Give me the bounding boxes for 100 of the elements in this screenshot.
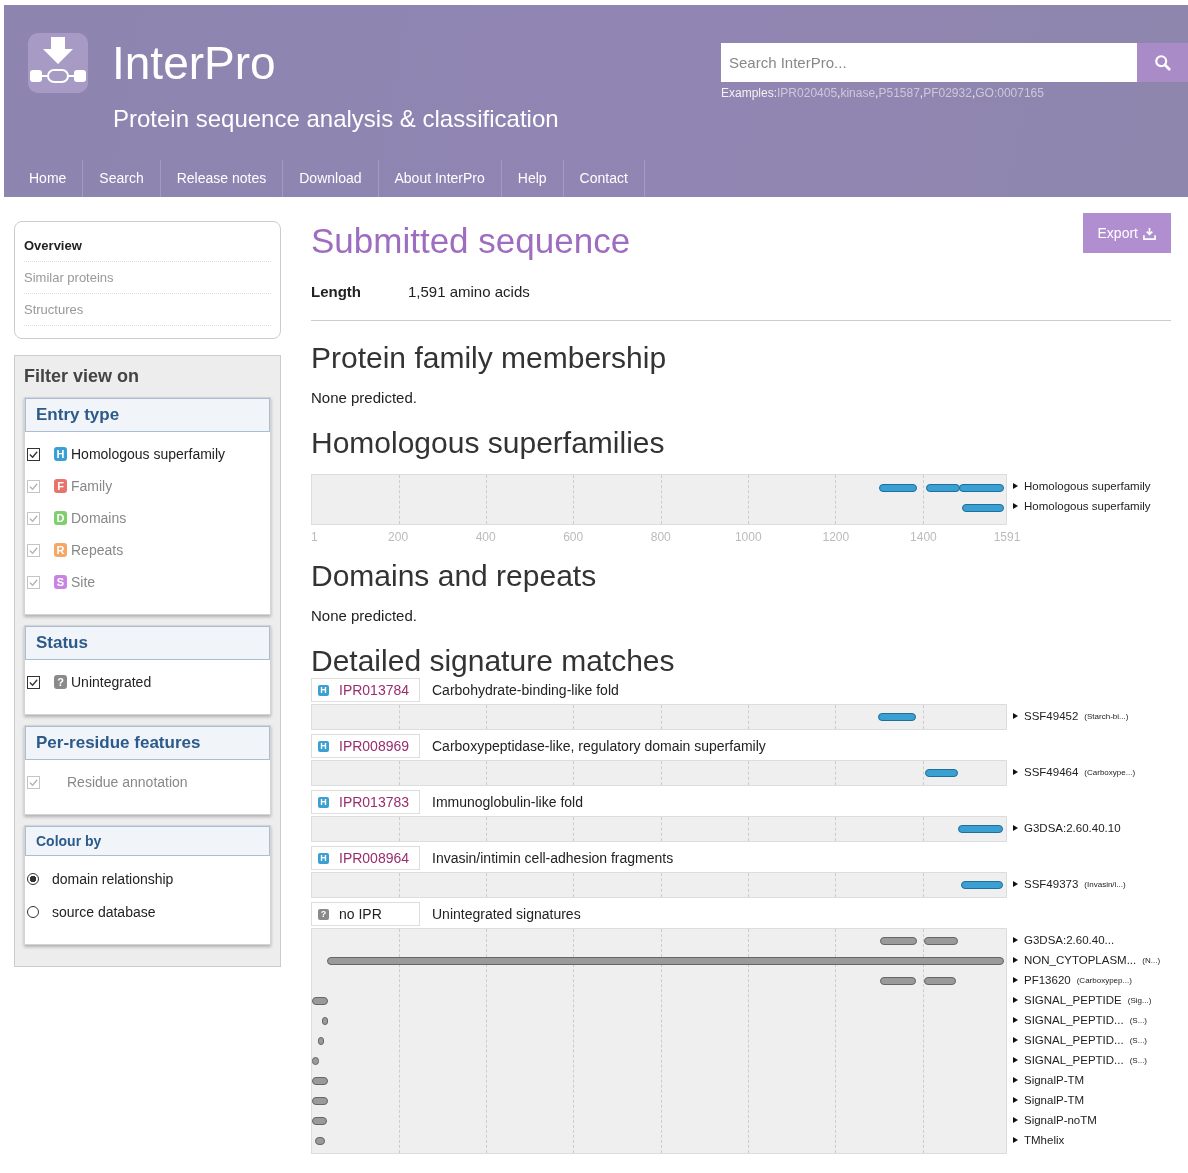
- track-label[interactable]: SIGNAL_PEPTID...: [1024, 1054, 1124, 1066]
- track-label[interactable]: NON_CYTOPLASM...: [1024, 954, 1137, 966]
- option-label: Repeats: [71, 542, 124, 558]
- expand-icon[interactable]: [1013, 503, 1018, 509]
- entry-type-badge: H: [318, 852, 329, 864]
- filter-title: Filter view on: [24, 366, 141, 387]
- track-label[interactable]: SSF49464: [1024, 766, 1079, 778]
- match-bar[interactable]: [315, 1137, 326, 1145]
- match-bar[interactable]: [923, 977, 957, 985]
- match-bar[interactable]: [322, 1017, 329, 1025]
- match-bar[interactable]: [312, 1077, 328, 1085]
- radio-button[interactable]: [27, 906, 39, 918]
- track-label[interactable]: TMhelix: [1024, 1134, 1065, 1146]
- track-label[interactable]: G3DSA:2.60.40...: [1024, 934, 1115, 946]
- axis-tick: 1591: [993, 530, 1021, 544]
- entry-name: Immunoglobulin-like fold: [432, 794, 583, 810]
- match-bar[interactable]: [878, 713, 916, 721]
- radio-button[interactable]: [27, 873, 39, 885]
- match-bar[interactable]: [962, 504, 1005, 512]
- track-label[interactable]: SignalP-TM: [1024, 1074, 1085, 1086]
- entry-tag[interactable]: H IPR013784: [311, 678, 420, 702]
- search-icon: [1153, 53, 1172, 72]
- track-label[interactable]: SignalP-TM: [1024, 1094, 1085, 1106]
- checkbox[interactable]: [27, 447, 40, 461]
- match-bar[interactable]: [924, 769, 959, 777]
- match-bar[interactable]: [959, 484, 1005, 492]
- accession-text: IPR008969: [339, 738, 410, 754]
- match-bar[interactable]: [317, 1037, 325, 1045]
- entry-tag[interactable]: ? no IPR: [311, 902, 420, 926]
- track-label[interactable]: SignalP-noTM: [1024, 1114, 1097, 1126]
- expand-icon[interactable]: [1013, 1137, 1018, 1143]
- axis-tick: 200: [388, 530, 409, 544]
- entry-tag[interactable]: H IPR008969: [311, 734, 420, 758]
- section-heading: Homologous superfamilies: [311, 426, 666, 460]
- expand-icon[interactable]: [1013, 1077, 1018, 1083]
- site-subtitle: Protein sequence analysis & classification: [113, 105, 559, 133]
- separator-text: ,: [837, 86, 841, 100]
- entry-type-badge: S: [54, 575, 67, 589]
- accession-text: IPR013783: [339, 794, 410, 810]
- match-bar[interactable]: [923, 937, 959, 945]
- search-button[interactable]: [1137, 43, 1188, 82]
- entry-type-badge: D: [54, 511, 67, 525]
- entry-type-badge: H: [318, 684, 329, 696]
- match-bar[interactable]: [312, 1117, 327, 1125]
- track-label[interactable]: SIGNAL_PEPTID...: [1024, 1014, 1124, 1026]
- expand-icon[interactable]: [1013, 977, 1018, 983]
- entry-name: Carbohydrate-binding-like fold: [432, 682, 619, 698]
- expand-icon[interactable]: [1013, 1097, 1018, 1103]
- length-label: Length: [311, 283, 361, 300]
- axis-tick: 400: [475, 530, 496, 544]
- axis-tick: 600: [563, 530, 584, 544]
- track-label[interactable]: SSF49373: [1024, 878, 1079, 890]
- filter-heading: Per-residue features: [25, 726, 270, 760]
- track-label[interactable]: Homologous superfamily: [1024, 480, 1151, 492]
- match-bar[interactable]: [312, 1057, 319, 1065]
- track-label[interactable]: Homologous superfamily: [1024, 500, 1151, 512]
- menu-item[interactable]: Overview: [24, 230, 271, 262]
- entry-name: Carboxypeptidase-like, regulatory domain superfamily: [432, 738, 766, 754]
- expand-icon[interactable]: [1013, 1037, 1018, 1043]
- entry-name: Unintegrated signatures: [432, 906, 581, 922]
- expand-icon[interactable]: [1013, 1017, 1018, 1023]
- expand-icon[interactable]: [1013, 483, 1018, 489]
- expand-icon[interactable]: [1013, 1057, 1018, 1063]
- axis-tick: 1: [311, 530, 318, 544]
- expand-icon[interactable]: [1013, 713, 1018, 719]
- expand-icon[interactable]: [1013, 957, 1018, 963]
- match-bar[interactable]: [925, 484, 960, 492]
- track-label[interactable]: PF13620: [1024, 974, 1071, 986]
- entry-type-badge: H: [318, 740, 329, 752]
- track-label[interactable]: SSF49452: [1024, 710, 1079, 722]
- option-label: domain relationship: [52, 871, 174, 887]
- entry-tag[interactable]: H IPR013783: [311, 790, 420, 814]
- expand-icon[interactable]: [1013, 997, 1018, 1003]
- track-label[interactable]: SIGNAL_PEPTIDE: [1024, 994, 1122, 1006]
- match-bar[interactable]: [957, 825, 1004, 833]
- expand-icon[interactable]: [1013, 825, 1018, 831]
- option-label: Homologous superfamily: [71, 446, 226, 462]
- axis-tick: 1000: [734, 530, 762, 544]
- entry-tag[interactable]: H IPR008964: [311, 846, 420, 870]
- search-field[interactable]: Search InterPro...: [721, 43, 1137, 82]
- expand-icon[interactable]: [1013, 881, 1018, 887]
- expand-icon[interactable]: [1013, 937, 1018, 943]
- checkbox[interactable]: [27, 675, 40, 689]
- match-bar[interactable]: [879, 937, 917, 945]
- track-note: (S...): [1129, 1015, 1148, 1025]
- track-label[interactable]: G3DSA:2.60.40.10: [1024, 822, 1121, 834]
- match-bar[interactable]: [312, 1097, 328, 1105]
- track-note: (S...): [1129, 1055, 1148, 1065]
- entry-type-badge: ?: [318, 908, 329, 920]
- match-bar[interactable]: [879, 977, 916, 985]
- entry-type-badge: ?: [54, 675, 67, 689]
- track-label[interactable]: SIGNAL_PEPTID...: [1024, 1034, 1124, 1046]
- match-bar[interactable]: [312, 997, 328, 1005]
- section-heading: Protein family membership: [311, 341, 668, 375]
- match-bar[interactable]: [961, 881, 1004, 889]
- expand-icon[interactable]: [1013, 1117, 1018, 1123]
- expand-icon[interactable]: [1013, 769, 1018, 775]
- length-value: 1,591 amino acids: [408, 283, 530, 300]
- match-bar[interactable]: [879, 484, 917, 492]
- option-label: Residue annotation: [67, 774, 188, 790]
